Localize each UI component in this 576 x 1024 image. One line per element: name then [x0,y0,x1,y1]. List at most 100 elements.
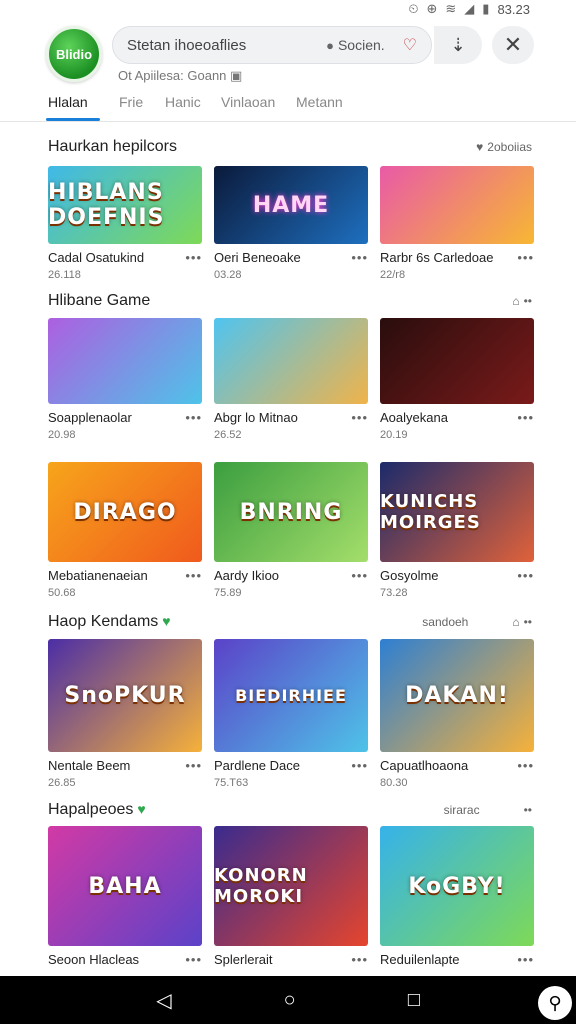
card-meta: 75.T63 [214,777,249,789]
card-meta: 03.28 [214,269,242,281]
card-meta: 75.89 [214,587,242,599]
close-button[interactable]: ✕ [492,26,534,64]
more-options-icon[interactable]: ••• [517,952,534,967]
share-icon: ⌂ [512,294,520,308]
mic-button[interactable]: ⇣ [434,26,482,64]
assistant-icon[interactable]: ⚲ [538,986,572,1020]
logo-text: Blidio [55,46,93,62]
game-card[interactable]: Soapplenaolar ••• 20.98 [48,318,202,441]
tab-bar: Hlalan Frie Hanic Vinlaoan Metann [0,88,576,122]
section-extra[interactable]: ♥ 2oboiias [476,140,532,154]
card-thumbnail[interactable]: SnoPKUR [48,639,202,752]
game-card[interactable]: SnoPKUR Nentale Beem ••• 26.85 [48,639,202,789]
more-options-icon[interactable]: ••• [517,568,534,583]
card-meta: 20.19 [380,429,408,441]
game-card[interactable]: KUNICHS MOIRGES Gosyolme ••• 73.28 [380,462,534,599]
more-options-icon[interactable]: ••• [185,568,202,583]
card-meta: 26.52 [214,429,242,441]
card-title: Seoon Hlacleas [48,952,140,967]
more-options-icon[interactable]: ••• [517,758,534,773]
section-extra[interactable]: sandoeh ⌂ •• [422,615,532,629]
card-thumbnail[interactable]: KoGBY! [380,826,534,946]
more-options-icon[interactable]: ••• [185,758,202,773]
home-icon[interactable]: ○ [284,989,296,1012]
card-thumbnail[interactable]: BAHA [48,826,202,946]
more-options-icon[interactable]: ••• [351,250,368,265]
more-options-icon[interactable]: ••• [351,568,368,583]
card-title: Aoalyekana [380,410,448,425]
card-thumbnail[interactable]: BNRING [214,462,368,562]
game-card[interactable]: Rarbr 6s Carledoae ••• 22/r8 [380,166,534,281]
card-thumbnail[interactable] [48,318,202,404]
card-thumbnail[interactable]: DIRAGO [48,462,202,562]
card-thumbnail[interactable] [380,166,534,244]
close-icon: ✕ [503,32,523,57]
search-bar[interactable]: Stetan ihoeoaflies ● Socien. ♡ [112,26,432,64]
card-title: Rarbr 6s Carledoae [380,250,494,265]
game-card[interactable]: HIBLANS DOEFNIS Cadal Osatukind ••• 26.11… [48,166,202,281]
card-meta: 26.85 [48,777,76,789]
more-options-icon[interactable]: ••• [185,410,202,425]
more-options-icon[interactable]: ••• [185,250,202,265]
status-time: 83.23 [497,1,530,17]
game-card[interactable]: Abgr lo Mitnao ••• 26.52 [214,318,368,441]
more-options-icon[interactable]: ••• [351,758,368,773]
card-thumbnail[interactable]: HIBLANS DOEFNIS [48,166,202,244]
card-thumbnail[interactable] [214,318,368,404]
battery-icon: ▮ [482,1,490,16]
game-card[interactable]: BIEDIRHIEE Pardlene Dace ••• 75.T63 [214,639,368,789]
section-header: Hapalpeoes ♥ sirarac •• [48,799,532,821]
recents-icon[interactable]: □ [408,989,420,1012]
search-button-label[interactable]: Socien. [338,37,385,53]
card-title: Cadal Osatukind [48,250,145,265]
heart-icon: ♥ [476,140,484,154]
more-options-icon[interactable]: ••• [185,952,202,967]
game-card[interactable]: DAKAN! Capuatlhoaona ••• 80.30 [380,639,534,789]
tab-3[interactable]: Vinlaoan [221,94,275,110]
game-card[interactable]: BNRING Aardy Ikioo ••• 75.89 [214,462,368,599]
card-title: Pardlene Dace [214,758,300,773]
app-logo[interactable]: Blidio [46,26,102,82]
game-card[interactable]: Aoalyekana ••• 20.19 [380,318,534,441]
tab-1[interactable]: Frie [119,94,143,110]
active-tab-indicator [46,118,100,121]
more-options-icon[interactable]: ••• [517,250,534,265]
more-options-icon[interactable]: ••• [351,952,368,967]
signal-icon: ◢ [464,1,475,16]
section-extra[interactable]: sirarac •• [444,803,532,817]
card-title: Aardy Ikioo [214,568,280,583]
section-title: Haurkan hepilcors [48,138,177,155]
game-card[interactable]: KONORN MOROKI Splerlerait ••• [214,826,368,967]
card-thumbnail[interactable]: BIEDIRHIEE [214,639,368,752]
game-card[interactable]: KoGBY! Reduilenlapte ••• [380,826,534,967]
section-extra[interactable]: ⌂ •• [512,294,532,308]
search-input[interactable]: Stetan ihoeoaflies [127,37,326,54]
section-title: Haop Kendams ♥ [48,613,171,630]
card-thumbnail[interactable]: HAME [214,166,368,244]
tab-4[interactable]: Metann [296,94,343,110]
card-thumbnail[interactable]: KUNICHS MOIRGES [380,462,534,562]
green-heart-icon: ♥ [162,613,171,629]
tab-0[interactable]: Hlalan [48,94,88,110]
card-title: Oeri Beneoake [214,250,301,265]
card-thumbnail[interactable] [380,318,534,404]
lock-icon: ▣ [230,68,243,83]
card-meta: 20.98 [48,429,76,441]
back-icon[interactable]: ◁ [156,988,171,1013]
game-card[interactable]: BAHA Seoon Hlacleas ••• [48,826,202,967]
mic-icon: ⇣ [450,34,466,55]
section-header: Haurkan hepilcors ♥ 2oboiias [48,136,532,158]
tab-2[interactable]: Hanic [165,94,201,110]
favorite-icon[interactable]: ♡ [403,35,417,55]
card-thumbnail[interactable]: DAKAN! [380,639,534,752]
game-card[interactable]: HAME Oeri Beneoake ••• 03.28 [214,166,368,281]
card-thumbnail[interactable]: KONORN MOROKI [214,826,368,946]
share-icon: ⌂ [512,615,520,629]
card-meta: 80.30 [380,777,408,789]
more-icon: •• [523,294,532,308]
card-meta: 26.118 [48,269,81,281]
more-options-icon[interactable]: ••• [517,410,534,425]
card-meta: 50.68 [48,587,76,599]
game-card[interactable]: DIRAGO Mebatianenaeian ••• 50.68 [48,462,202,599]
more-options-icon[interactable]: ••• [351,410,368,425]
